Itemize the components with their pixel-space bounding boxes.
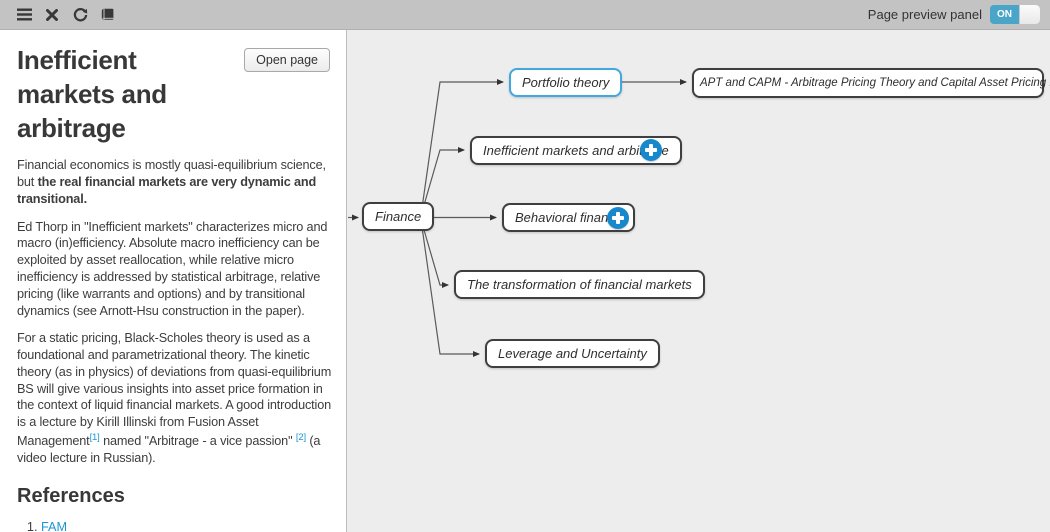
references-heading: References (17, 485, 332, 508)
toggle-knob (1019, 5, 1040, 24)
menu-icon (17, 8, 32, 21)
preview-panel-label: Page preview panel (868, 7, 982, 22)
expand-button-inefficient-markets[interactable] (640, 139, 662, 161)
reference-item: FAM (41, 518, 332, 532)
citation-link-2[interactable]: [2] (296, 432, 306, 443)
paragraph-3-text: For a static pricing, Black-Scholes theo… (17, 331, 331, 448)
paragraph-2: Ed Thorp in "Inefficient markets" charac… (17, 219, 332, 320)
mindmap-panel: Finance Portfolio theory APT and CAPM - … (348, 30, 1050, 532)
reference-link-fam[interactable]: FAM (41, 520, 67, 532)
mindmap-node-leverage-uncertainty[interactable]: Leverage and Uncertainty (485, 339, 660, 368)
mindmap-node-transformation[interactable]: The transformation of financial markets (454, 270, 705, 299)
book-button[interactable] (94, 4, 122, 26)
menu-button[interactable] (10, 4, 38, 26)
open-page-button[interactable]: Open page (244, 48, 330, 72)
app-window: Page preview panel ON Open page Ineffici… (0, 0, 1050, 532)
close-icon (46, 9, 58, 21)
paragraph-1: Financial economics is mostly quasi-equi… (17, 157, 332, 207)
toggle-on-label: ON (990, 5, 1019, 24)
book-icon (101, 8, 116, 22)
article-body: Financial economics is mostly quasi-equi… (17, 157, 332, 532)
paragraph-3-text: named "Arbitrage - a vice passion" (100, 434, 296, 448)
refresh-icon (73, 8, 88, 22)
article-panel: Open page Inefficient markets and arbitr… (0, 30, 347, 532)
references-list: FAM Supermodels by Ilinski (41, 518, 332, 532)
citation-link-1[interactable]: [1] (90, 432, 100, 443)
toolbar: Page preview panel ON (0, 0, 1050, 30)
expand-button-behavioral-finance[interactable] (607, 207, 629, 229)
mindmap-node-finance[interactable]: Finance (362, 202, 434, 231)
close-button[interactable] (38, 4, 66, 26)
mindmap-node-apt-capm[interactable]: APT and CAPM - Arbitrage Pricing Theory … (692, 68, 1044, 98)
paragraph-1-bold: the real financial markets are very dyna… (17, 175, 316, 206)
mindmap-node-portfolio-theory[interactable]: Portfolio theory (509, 68, 622, 97)
refresh-button[interactable] (66, 4, 94, 26)
paragraph-3: For a static pricing, Black-Scholes theo… (17, 330, 332, 466)
preview-panel-toggle[interactable]: ON (990, 5, 1040, 24)
